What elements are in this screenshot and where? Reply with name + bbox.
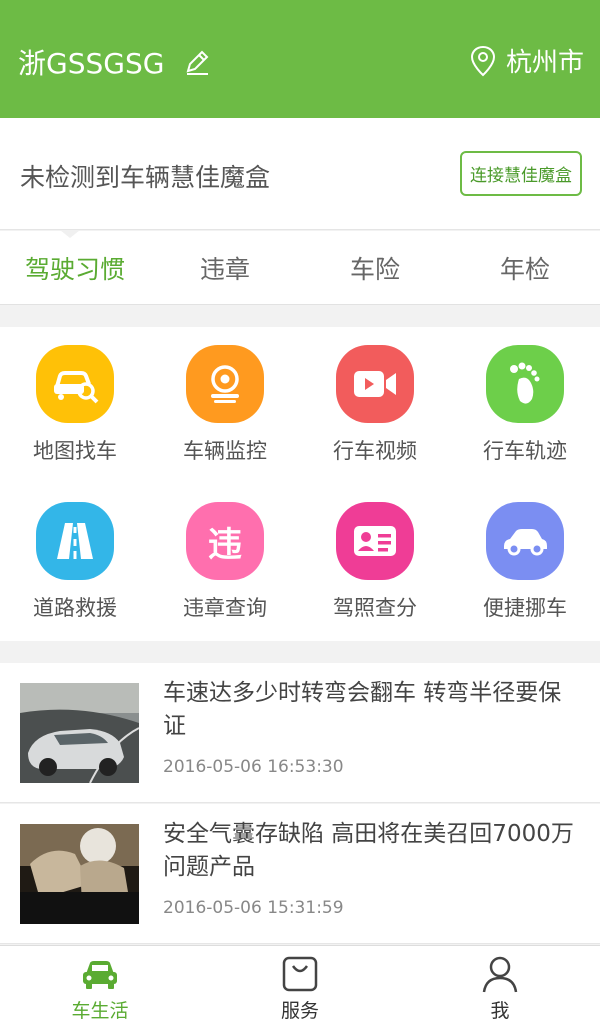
grid-label: 车辆监控: [183, 439, 267, 463]
grid-item-road-rescue[interactable]: 道路救援: [0, 484, 150, 634]
news-title: 车速达多少时转弯会翻车 转弯半径要保证: [163, 680, 562, 739]
violation-icon: 违: [186, 502, 264, 580]
camera-icon: [186, 345, 264, 423]
nav-services[interactable]: 服务: [200, 946, 400, 1028]
grid-label: 行车轨迹: [483, 439, 567, 463]
connect-device-button[interactable]: 连接慧佳魔盒: [460, 151, 582, 196]
video-icon: [336, 345, 414, 423]
tab-driving-habits[interactable]: 驾驶习惯: [0, 230, 150, 304]
nav-label: 我: [490, 1000, 510, 1022]
user-icon: [482, 956, 518, 993]
road-icon: [36, 502, 114, 580]
news-time: 2016-05-06 16:53:30: [163, 757, 344, 777]
top-bar: 浙GSSGSG 杭州市: [0, 0, 600, 118]
device-status-bar: 未检测到车辆慧佳魔盒 连接慧佳魔盒: [0, 118, 600, 230]
grid-label: 驾照查分: [333, 596, 417, 620]
grid-label: 道路救援: [33, 596, 117, 620]
grid-label: 地图找车: [33, 439, 117, 463]
grid-item-driving-video[interactable]: 行车视频: [300, 327, 450, 477]
nav-label: 服务: [280, 1000, 319, 1022]
tab-violations[interactable]: 违章: [150, 231, 300, 304]
city-label: 杭州市: [505, 48, 584, 78]
news-thumbnail: [20, 824, 139, 924]
car-icon: [83, 961, 117, 989]
tab-insurance[interactable]: 车险: [300, 231, 450, 304]
nav-me[interactable]: 我: [400, 946, 600, 1028]
car-search-icon: [36, 345, 114, 423]
location-pin-icon: [470, 45, 495, 76]
car-move-icon: [486, 502, 564, 580]
license-icon: [336, 502, 414, 580]
grid-item-quick-move-car[interactable]: 便捷挪车: [450, 484, 600, 634]
nav-label: 车生活: [71, 1000, 129, 1022]
info-tabs: 驾驶习惯 违章 车险 年检: [0, 230, 600, 305]
grid-item-vehicle-monitor[interactable]: 车辆监控: [150, 327, 300, 477]
grid-label: 便捷挪车: [483, 596, 567, 620]
city-selector[interactable]: 杭州市: [470, 42, 584, 79]
news-thumbnail: [20, 683, 139, 783]
bottom-nav: 车生活 服务 我: [0, 945, 600, 1028]
edit-icon[interactable]: [182, 47, 212, 77]
news-item[interactable]: 安全气囊存缺陷 高田将在美召回7000万问题产品 2016-05-06 15:3…: [0, 804, 600, 944]
bag-icon: [282, 956, 318, 992]
tab-annual-inspection[interactable]: 年检: [450, 231, 600, 304]
device-status-text: 未检测到车辆慧佳魔盒: [20, 163, 271, 192]
grid-item-find-car[interactable]: 地图找车: [0, 327, 150, 477]
footprint-icon: [486, 345, 564, 423]
plate-number[interactable]: 浙GSSGSG: [18, 42, 212, 82]
news-title: 安全气囊存缺陷 高田将在美召回7000万问题产品: [163, 821, 574, 880]
grid-item-violation-query[interactable]: 违 违章查询: [150, 484, 300, 634]
feature-grid: 地图找车 车辆监控 行车视频 行车轨迹 道路救援 违 违章查询 驾照查分 便捷挪…: [0, 327, 600, 641]
plate-text: 浙GSSGSG: [18, 47, 165, 80]
news-item[interactable]: 车速达多少时转弯会翻车 转弯半径要保证 2016-05-06 16:53:30: [0, 663, 600, 803]
news-time: 2016-05-06 15:31:59: [163, 898, 344, 918]
grid-label: 违章查询: [183, 596, 267, 620]
grid-item-driving-track[interactable]: 行车轨迹: [450, 327, 600, 477]
grid-item-license-points[interactable]: 驾照查分: [300, 484, 450, 634]
grid-label: 行车视频: [333, 439, 417, 463]
nav-car-life[interactable]: 车生活: [0, 946, 200, 1028]
